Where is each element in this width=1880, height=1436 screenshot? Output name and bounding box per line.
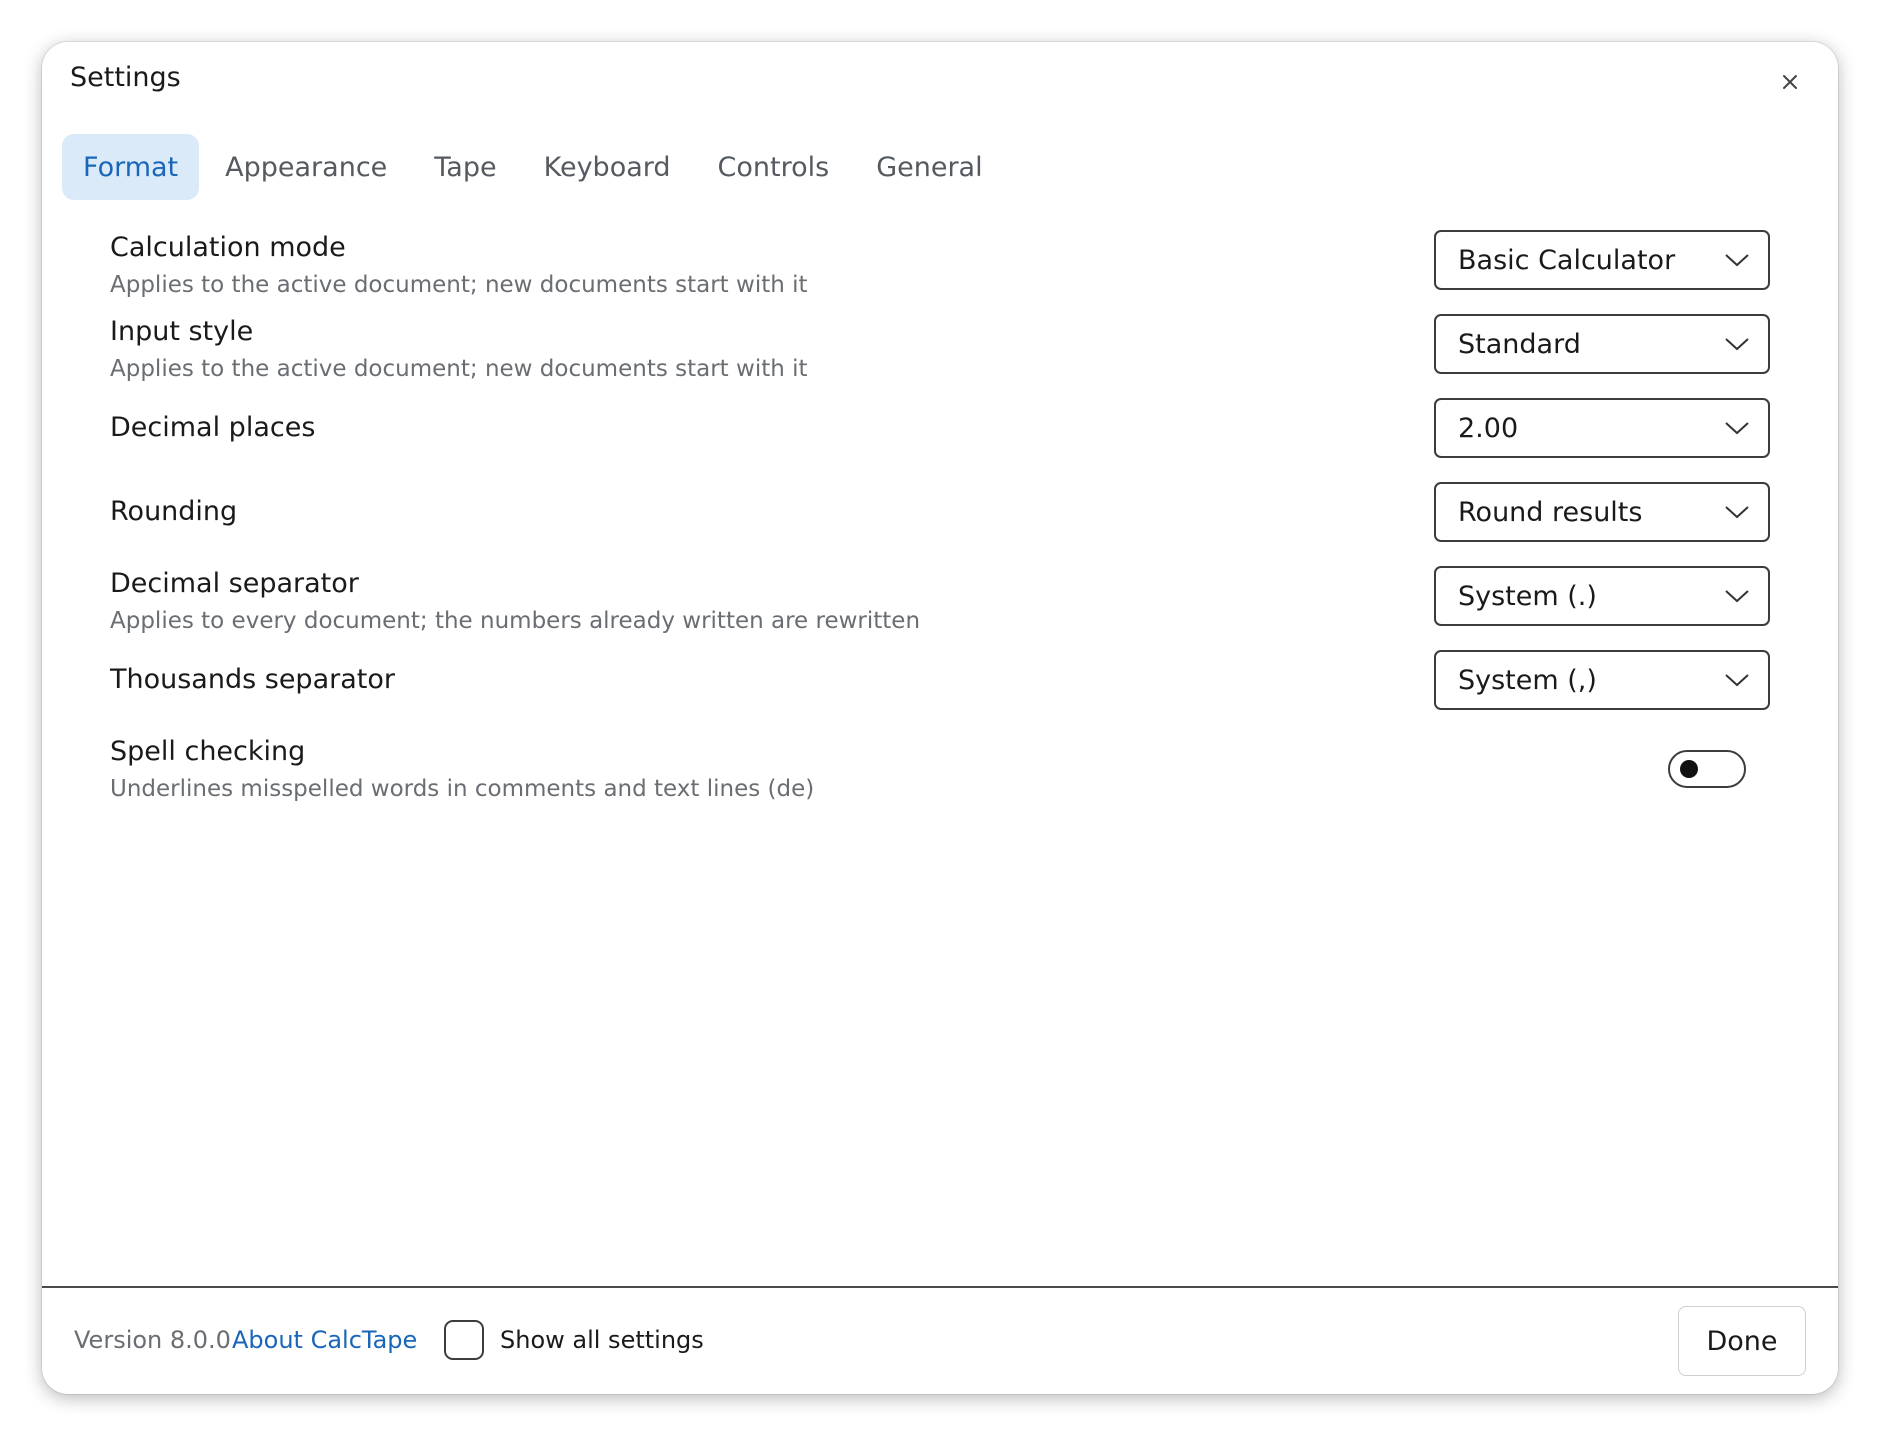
- close-icon: [1783, 75, 1797, 89]
- setting-spell-checking: Spell checking Underlines misspelled wor…: [110, 734, 1770, 806]
- setting-calculation-mode: Calculation mode Applies to the active d…: [110, 230, 1770, 302]
- setting-label: Decimal separator: [110, 568, 359, 599]
- tab-controls[interactable]: Controls: [697, 134, 851, 200]
- setting-thousands-separator: Thousands separator System (,): [110, 650, 1770, 714]
- thousands-separator-select[interactable]: System (,): [1434, 650, 1770, 710]
- select-value: 2.00: [1458, 412, 1519, 444]
- chevron-down-icon: [1725, 674, 1749, 687]
- chevron-down-icon: [1725, 338, 1749, 351]
- dialog-title: Settings: [70, 62, 181, 93]
- decimal-separator-select[interactable]: System (.): [1434, 566, 1770, 626]
- select-value: System (,): [1458, 664, 1597, 696]
- setting-description: Underlines misspelled words in comments …: [110, 776, 815, 802]
- tab-tape[interactable]: Tape: [413, 134, 517, 200]
- tab-appearance[interactable]: Appearance: [204, 134, 408, 200]
- spell-checking-toggle[interactable]: [1668, 750, 1746, 788]
- input-style-select[interactable]: Standard: [1434, 314, 1770, 374]
- setting-label: Rounding: [110, 496, 238, 527]
- version-text: Version 8.0.0: [74, 1326, 231, 1354]
- show-all-settings-label[interactable]: Show all settings: [500, 1326, 704, 1354]
- setting-description: Applies to every document; the numbers a…: [110, 608, 921, 634]
- settings-dialog: Settings Format Appearance Tape Keyboard…: [42, 42, 1838, 1394]
- setting-label: Decimal places: [110, 412, 316, 443]
- setting-decimal-separator: Decimal separator Applies to every docum…: [110, 566, 1770, 638]
- setting-input-style: Input style Applies to the active docume…: [110, 314, 1770, 386]
- setting-label: Calculation mode: [110, 232, 346, 263]
- chevron-down-icon: [1725, 254, 1749, 267]
- about-link[interactable]: About CalcTape: [232, 1326, 417, 1354]
- select-value: System (.): [1458, 580, 1597, 612]
- setting-description: Applies to the active document; new docu…: [110, 356, 808, 382]
- calculation-mode-select[interactable]: Basic Calculator: [1434, 230, 1770, 290]
- footer-divider: [42, 1286, 1838, 1288]
- done-button[interactable]: Done: [1678, 1306, 1806, 1376]
- select-value: Basic Calculator: [1458, 244, 1676, 276]
- select-value: Standard: [1458, 328, 1581, 360]
- chevron-down-icon: [1725, 506, 1749, 519]
- setting-rounding: Rounding Round results: [110, 482, 1770, 546]
- show-all-settings-checkbox[interactable]: [444, 1320, 484, 1360]
- rounding-select[interactable]: Round results: [1434, 482, 1770, 542]
- setting-decimal-places: Decimal places 2.00: [110, 398, 1770, 462]
- select-value: Round results: [1458, 496, 1643, 528]
- chevron-down-icon: [1725, 422, 1749, 435]
- setting-description: Applies to the active document; new docu…: [110, 272, 808, 298]
- tab-general[interactable]: General: [855, 134, 1003, 200]
- tab-format[interactable]: Format: [62, 134, 200, 200]
- chevron-down-icon: [1725, 590, 1749, 603]
- tab-keyboard[interactable]: Keyboard: [523, 134, 692, 200]
- close-button[interactable]: [1770, 62, 1810, 102]
- toggle-knob: [1680, 760, 1698, 778]
- setting-label: Input style: [110, 316, 254, 347]
- tab-bar: Format Appearance Tape Keyboard Controls…: [62, 134, 1009, 200]
- decimal-places-select[interactable]: 2.00: [1434, 398, 1770, 458]
- setting-label: Thousands separator: [110, 664, 395, 695]
- setting-label: Spell checking: [110, 736, 306, 767]
